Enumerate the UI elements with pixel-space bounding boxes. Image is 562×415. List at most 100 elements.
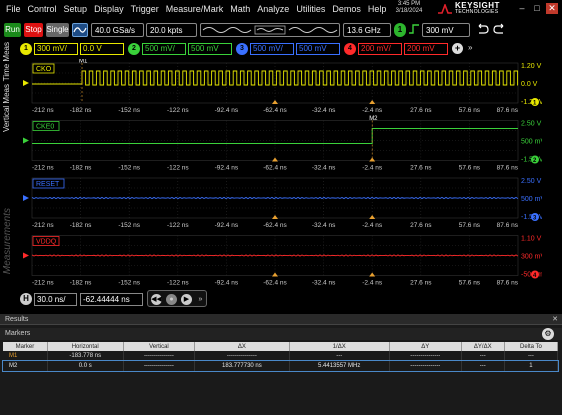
time-position-field[interactable]: -62.44444 ns xyxy=(80,293,143,306)
time-tick-label: -2.4 ns xyxy=(362,165,383,172)
waveform-label: CKE0 xyxy=(36,124,54,131)
time-tick-label: 27.6 ns xyxy=(410,280,432,287)
channel-1-scale[interactable]: 300 mV/ xyxy=(34,43,78,55)
ground-reference-marker xyxy=(23,80,29,86)
keysight-logo-icon xyxy=(438,4,452,14)
maximize-icon[interactable]: □ xyxy=(531,3,543,14)
scale-top-label: 1.20 V xyxy=(521,63,542,70)
channel-1-badge[interactable]: 1 xyxy=(20,43,32,55)
acquisition-overview[interactable] xyxy=(200,23,340,37)
close-icon[interactable]: ✕ xyxy=(546,3,558,14)
channel-2-scale[interactable]: 500 mV/ xyxy=(142,43,186,55)
column-header[interactable]: Delta To xyxy=(504,342,559,351)
column-header[interactable]: 1/ΔX xyxy=(289,342,390,351)
menu-item-utilities[interactable]: Utilities xyxy=(296,4,325,14)
channel-2-badge[interactable]: 2 xyxy=(128,43,140,55)
scale-top-label: 2.50 V xyxy=(521,178,542,185)
minimize-icon[interactable]: – xyxy=(516,3,528,14)
trigger-level-field[interactable]: 300 mV xyxy=(422,23,470,37)
time-tick-label: 87.6 ns xyxy=(497,222,519,229)
trigger-source-badge[interactable]: 1 xyxy=(394,23,406,37)
stop-button[interactable]: Stop xyxy=(24,23,43,37)
menu-item-trigger[interactable]: Trigger xyxy=(131,4,159,14)
brand-logo: KEYSIGHT TECHNOLOGIES xyxy=(438,2,500,16)
memory-depth-field[interactable]: 20.0 kpts xyxy=(146,23,197,37)
add-channel-button[interactable]: + xyxy=(452,43,463,54)
menu-item-display[interactable]: Display xyxy=(94,4,124,14)
time-tick-label: -212 ns xyxy=(32,280,54,287)
flat-waveform xyxy=(31,254,519,257)
time-tick-label: -122 ns xyxy=(167,222,189,229)
channel-3-scale[interactable]: 500 mV/ xyxy=(250,43,294,55)
time-tick-label: -2.4 ns xyxy=(362,280,383,287)
channel-1-offset[interactable]: 0.0 V xyxy=(80,43,124,55)
menu-item-analyze[interactable]: Analyze xyxy=(257,4,289,14)
nav-stop-button[interactable]: ● xyxy=(166,294,177,305)
menu-item-measure-mark[interactable]: Measure/Mark xyxy=(166,4,224,14)
column-header[interactable]: ΔX xyxy=(194,342,290,351)
channel-3-offset[interactable]: 500 mV xyxy=(296,43,340,55)
menu-item-setup[interactable]: Setup xyxy=(64,4,88,14)
menu-item-math[interactable]: Math xyxy=(230,4,250,14)
delay-marker-icon xyxy=(272,272,278,277)
channel-4-badge[interactable]: 4 xyxy=(344,43,356,55)
time-tick-label: -152 ns xyxy=(118,165,140,172)
time-tick-label: -92.4 ns xyxy=(215,165,239,172)
results-close-icon[interactable]: ✕ xyxy=(552,314,558,325)
channel-2-offset[interactable]: 500 mV xyxy=(188,43,232,55)
nav-more-icon[interactable]: » xyxy=(195,294,206,305)
nav-back-button[interactable]: ◀◀ xyxy=(151,294,162,305)
brand-sub: TECHNOLOGIES xyxy=(455,9,499,15)
column-header[interactable]: Vertical xyxy=(123,342,196,351)
brand-name: KEYSIGHT xyxy=(455,1,500,10)
ground-reference-marker xyxy=(23,252,29,259)
trigger-edge-button[interactable] xyxy=(408,23,420,37)
waveform-display[interactable]: CKO 1.20 V 0.0 V -1.20 V 1 M1 -212 ns -182 ns -1… xyxy=(18,59,542,289)
tab-vertical-meas[interactable]: Vertical Meas xyxy=(2,84,11,132)
time-scale-field[interactable]: 30.0 ns/ xyxy=(34,293,77,306)
trigger-marker-icon xyxy=(369,100,376,104)
table-row[interactable]: M1 -183.778 ns --------------- ------------… xyxy=(3,351,559,361)
redo-button[interactable] xyxy=(492,23,508,37)
table-row[interactable]: M2 0.0 s --------------- 183.777730 ns 5.441… xyxy=(2,360,559,372)
time-tick-label: 57.6 ns xyxy=(459,107,481,114)
table-cell: 0.0 s xyxy=(47,361,124,371)
channel-4-offset[interactable]: 200 mV xyxy=(404,43,448,55)
column-header[interactable]: Marker xyxy=(3,342,48,351)
channel-4-scale[interactable]: 200 mV/ xyxy=(358,43,402,55)
menu-item-file[interactable]: File xyxy=(6,4,21,14)
autoscale-button[interactable] xyxy=(72,23,88,37)
table-cell: --------------- xyxy=(389,351,462,361)
run-button[interactable]: Run xyxy=(4,23,21,37)
settings-gear-icon[interactable]: ⚙ xyxy=(542,328,554,340)
channel-3-badge[interactable]: 3 xyxy=(236,43,248,55)
delay-marker-icon xyxy=(272,215,278,219)
bandwidth-field[interactable]: 13.6 GHz xyxy=(343,23,391,37)
undo-button[interactable] xyxy=(474,23,490,37)
time-tick-label: -182 ns xyxy=(70,280,92,287)
time-tick-label: -62.4 ns xyxy=(263,222,287,229)
column-header[interactable]: Horizontal xyxy=(47,342,124,351)
nav-forward-button[interactable]: ▶ xyxy=(181,294,192,305)
trigger-marker-icon xyxy=(369,215,376,219)
undo-icon xyxy=(478,23,489,34)
more-channels-icon[interactable]: » xyxy=(466,43,486,55)
table-cell: 183.777730 ns xyxy=(194,361,290,371)
window-controls: – □ ✕ xyxy=(513,3,558,14)
time-tick-label: 87.6 ns xyxy=(497,107,519,114)
clock-date: 3/18/2024 xyxy=(395,8,423,14)
results-panel: Results ✕ Markers ⚙ Marker Horizontal Vert… xyxy=(0,314,562,415)
time-tick-label: -122 ns xyxy=(167,280,189,287)
tab-time-meas[interactable]: Time Meas xyxy=(2,42,11,81)
column-header[interactable]: ΔY xyxy=(389,342,462,351)
waveform-grid[interactable]: CKO 1.20 V0.0 V-1.20 V1M1-212 ns -182 ns -1… xyxy=(18,59,542,289)
menu-item-demos[interactable]: Demos xyxy=(332,4,361,14)
column-header[interactable]: ΔY/ΔX xyxy=(461,342,505,351)
horizontal-badge[interactable]: H xyxy=(20,293,32,305)
sample-rate-field[interactable]: 40.0 GSa/s xyxy=(91,23,144,37)
menu-item-control[interactable]: Control xyxy=(28,4,57,14)
single-button[interactable]: Single xyxy=(46,23,69,37)
waveform-label: VDDQ xyxy=(36,239,57,246)
scale-top-label: 1.10 V xyxy=(521,236,542,243)
tab-measurements[interactable]: Measurements xyxy=(2,208,13,274)
